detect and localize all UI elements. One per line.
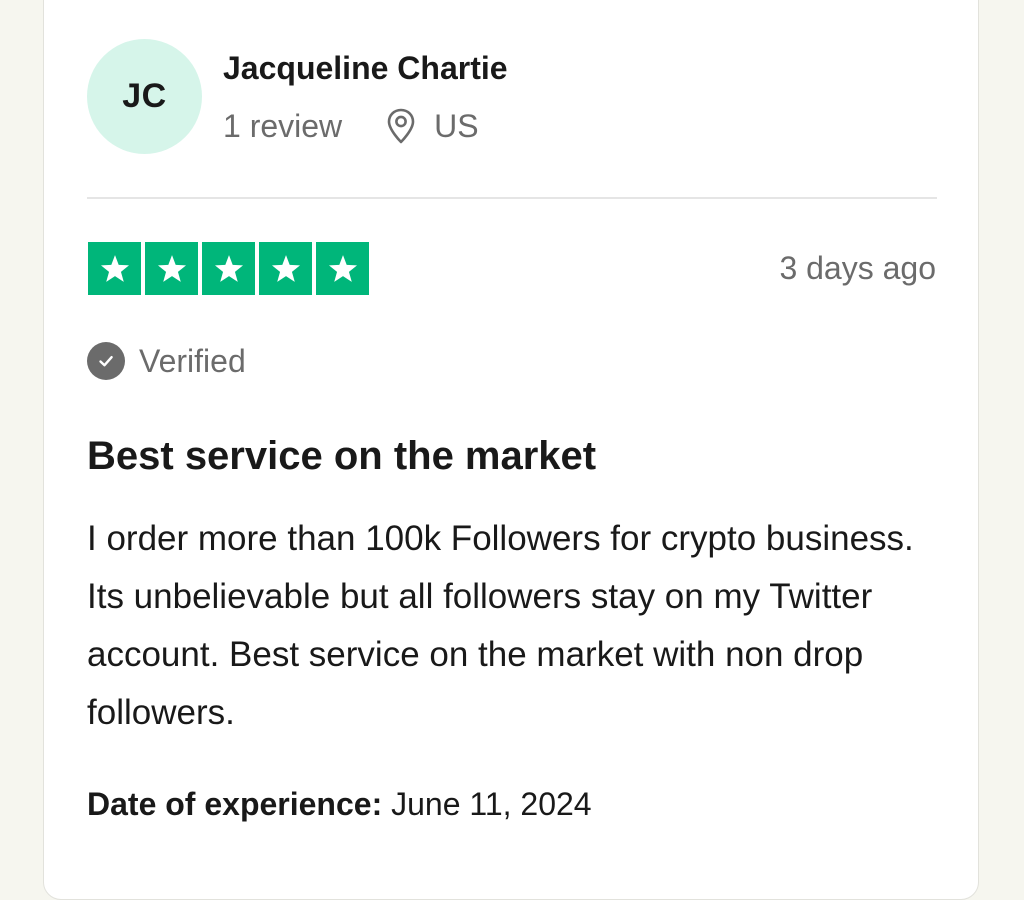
star-rating — [88, 242, 369, 295]
reviewer-name[interactable]: Jacqueline Chartie — [223, 50, 508, 87]
divider — [87, 197, 937, 199]
review-count: 1 review — [223, 107, 343, 144]
date-of-experience: Date of experience: June 11, 2024 — [87, 786, 592, 823]
star-icon — [88, 242, 141, 295]
review-title: Best service on the market — [87, 434, 597, 478]
star-icon — [145, 242, 198, 295]
star-icon — [259, 242, 312, 295]
experience-date: June 11, 2024 — [391, 786, 592, 822]
review-date: 3 days ago — [779, 250, 936, 286]
reviewer-meta: 1 review US — [223, 106, 479, 146]
reviewer-location: US — [386, 107, 479, 145]
experience-label: Date of experience: — [87, 786, 383, 822]
verified-label: Verified — [139, 342, 246, 379]
reviewer-country: US — [434, 107, 479, 144]
avatar-initials: JC — [122, 77, 167, 115]
avatar[interactable]: JC — [87, 39, 202, 154]
check-circle-icon — [87, 342, 125, 380]
review-body: I order more than 100k Followers for cry… — [87, 519, 914, 732]
verified-badge[interactable]: Verified — [87, 342, 246, 380]
star-icon — [202, 242, 255, 295]
location-pin-icon — [387, 108, 415, 144]
star-icon — [316, 242, 369, 295]
